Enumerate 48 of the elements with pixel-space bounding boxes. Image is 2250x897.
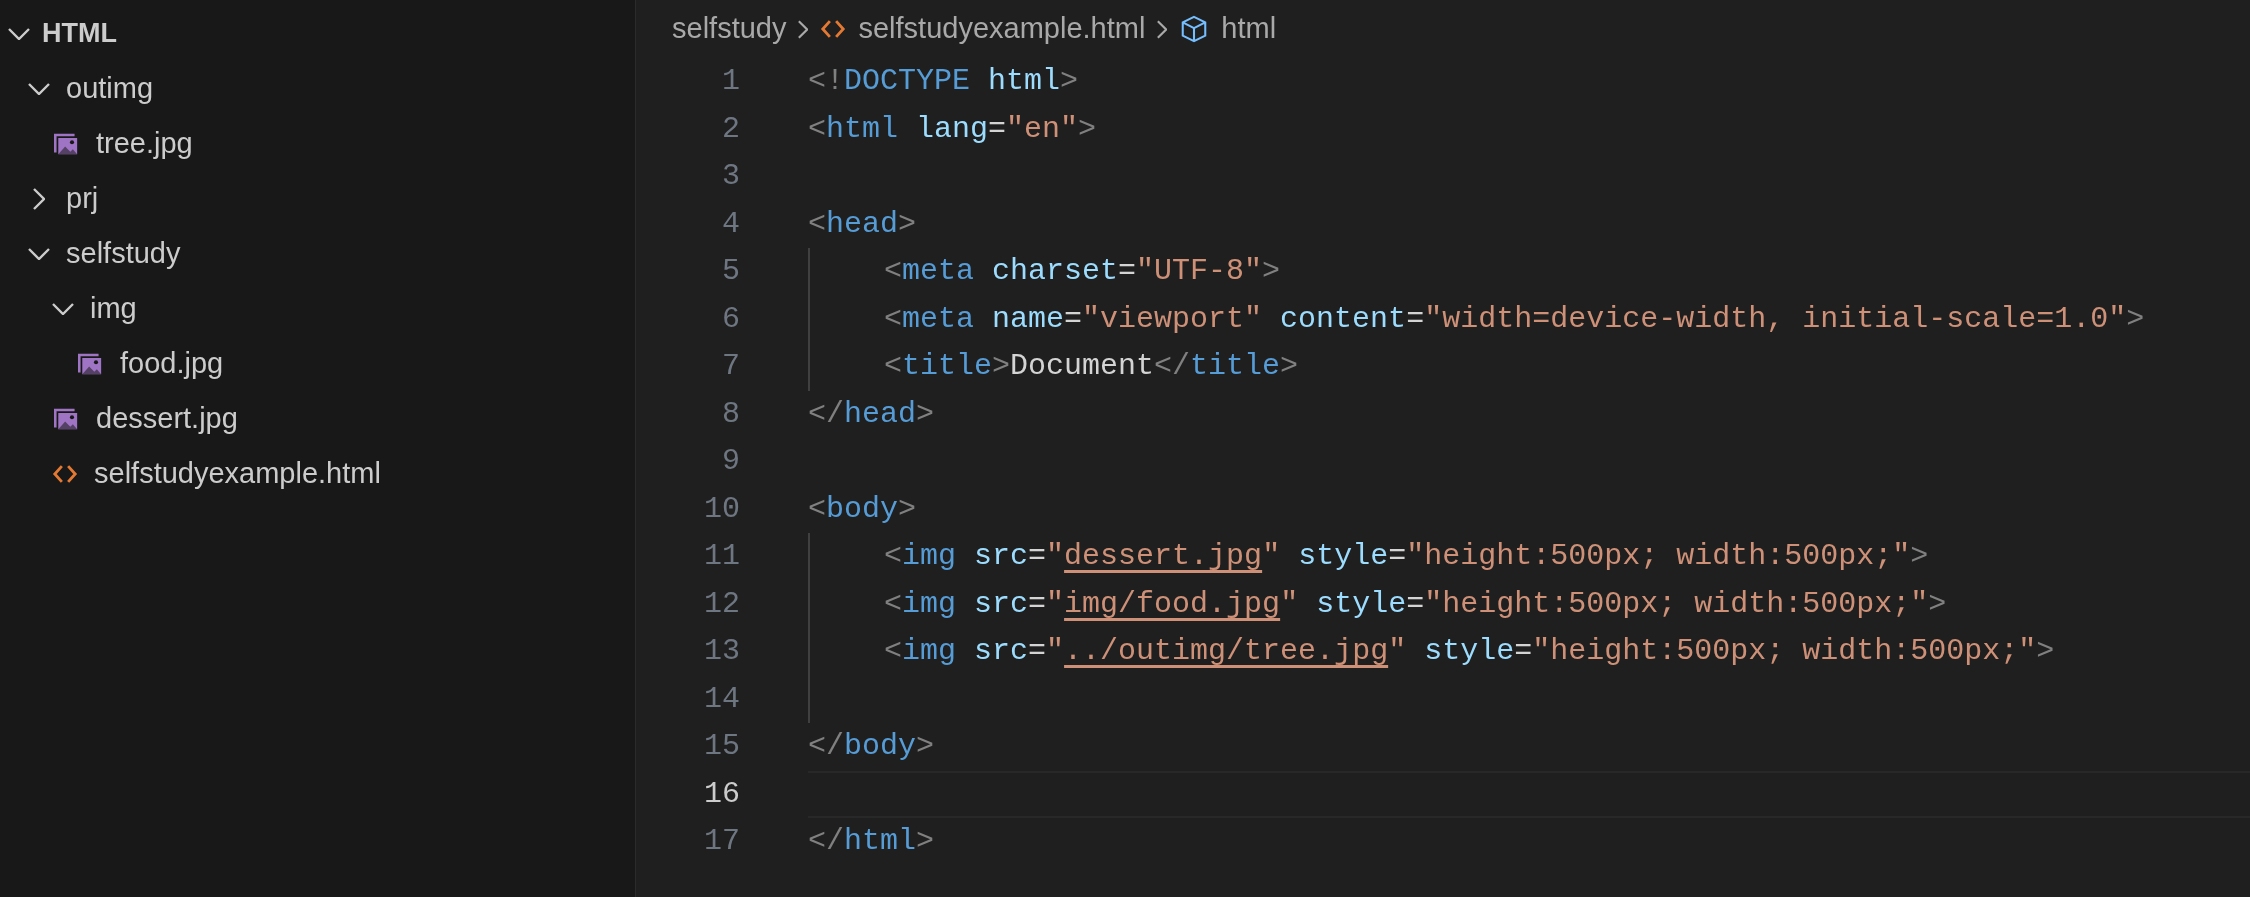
line-number: 4 [721, 205, 740, 243]
line-number: 5 [721, 253, 740, 291]
line-number: 10 [703, 490, 740, 528]
line-number: 3 [721, 158, 740, 196]
code-line: <img src="../outimg/tree.jpg" style="height:500px; width:500px;"> [884, 633, 2055, 671]
line-number: 1 [721, 63, 740, 101]
line-number: 6 [721, 300, 740, 338]
line-number: 16 [703, 775, 740, 813]
folder-item[interactable]: prj [0, 171, 635, 226]
line-number: 9 [721, 443, 740, 481]
breadcrumb-item[interactable]: selfstudy [672, 7, 787, 51]
chevron-right-icon [1157, 19, 1168, 39]
code-line: <body> [808, 490, 917, 528]
code-line: </body> [808, 728, 935, 766]
code-line: <!DOCTYPE html> [808, 63, 1079, 101]
code-brackets-icon [820, 18, 847, 40]
explorer-root-header[interactable]: HTML [0, 6, 635, 61]
folder-item[interactable]: img [0, 281, 635, 336]
code-line: </html> [808, 823, 935, 861]
image-file-icon [76, 351, 104, 376]
code-line: <head> [808, 205, 917, 243]
code-line: <img src="dessert.jpg" style="height:500px; width:500px;"> [884, 538, 1929, 576]
code-line: <img src="img/food.jpg" style="height:500px; width:500px;"> [884, 585, 1947, 623]
breadcrumb-item[interactable]: selfstudyexample.html [858, 7, 1146, 51]
line-number: 14 [703, 680, 740, 718]
line-number: 8 [721, 395, 740, 433]
folder-item[interactable]: outimg [0, 61, 635, 116]
file-item[interactable]: dessert.jpg [0, 391, 635, 446]
image-file-icon [52, 406, 80, 431]
code-line: <html lang="en"> [808, 110, 1097, 148]
breadcrumb-item[interactable]: html [1221, 7, 1277, 51]
code-line: <meta charset="UTF-8"> [884, 253, 1281, 291]
code-line: <title>Document</title> [884, 348, 1299, 386]
line-number: 15 [703, 728, 740, 766]
chevron-right-icon [798, 19, 809, 39]
file-item[interactable]: tree.jpg [0, 116, 635, 171]
file-item[interactable]: selfstudyexample.html [0, 446, 635, 501]
folder-item[interactable]: selfstudy [0, 226, 635, 281]
image-file-icon [52, 131, 80, 156]
line-number: 17 [703, 823, 740, 861]
line-number: 11 [703, 538, 740, 576]
file-item[interactable]: food.jpg [0, 336, 635, 391]
code-line: </head> [808, 395, 935, 433]
line-number: 12 [703, 585, 740, 623]
line-number: 2 [721, 110, 740, 148]
line-number: 7 [721, 348, 740, 386]
line-number: 13 [703, 633, 740, 671]
code-line: <meta name="viewport" content="width=device-width, initial-scale=1.0"> [884, 300, 2145, 338]
